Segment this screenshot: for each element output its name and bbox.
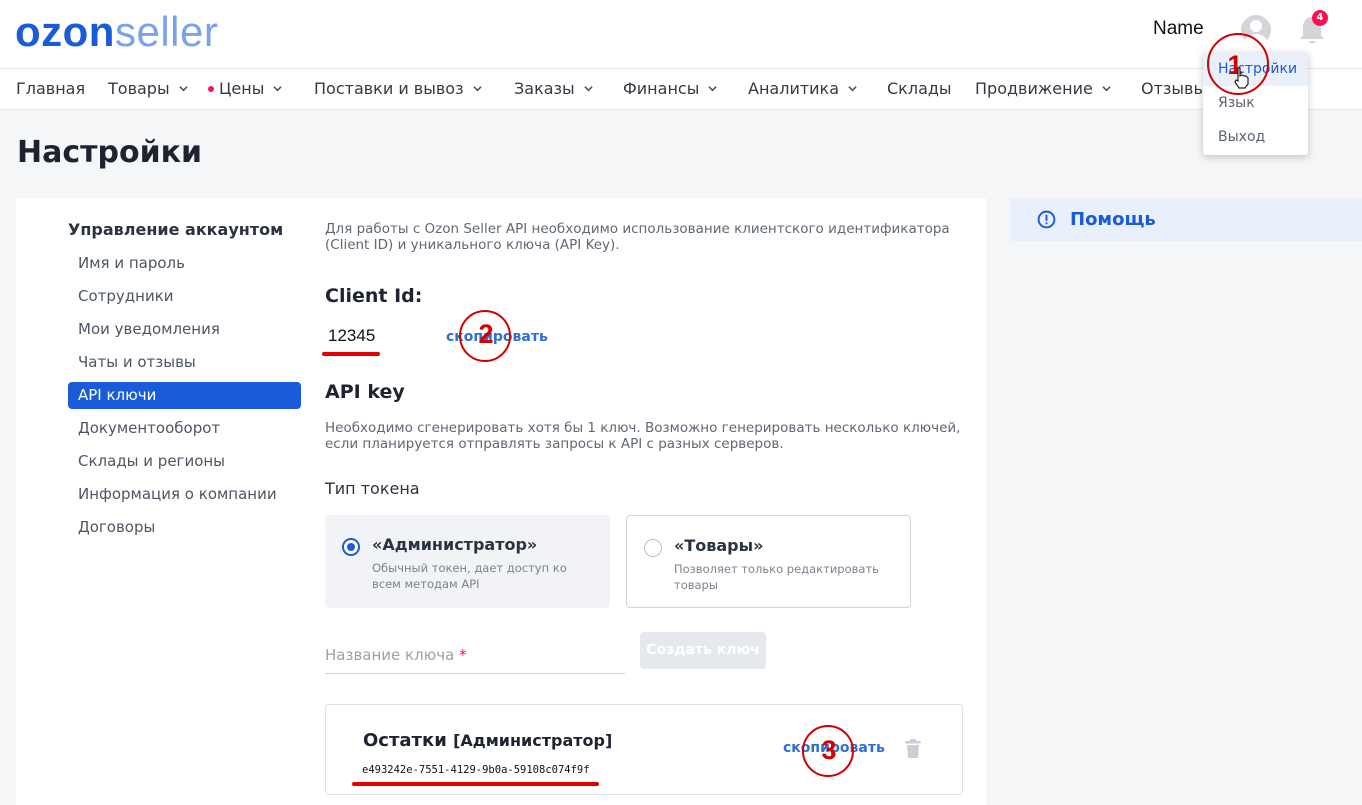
nav-item-products[interactable]: Товары [108, 79, 188, 98]
api-key-role: [Администратор] [453, 731, 613, 750]
logo-ozon-text: ozon [15, 8, 115, 55]
api-key-item: Остатки [Администратор] e493242e-7551-41… [325, 704, 963, 795]
chevron-down-icon [708, 86, 718, 92]
token-description: Обычный токен, дает доступ ко всем метод… [372, 561, 567, 591]
key-name-input[interactable]: Название ключа * [325, 633, 625, 674]
avatar[interactable] [1241, 15, 1271, 45]
api-key-description: Необходимо сгенерировать хотя бы 1 ключ.… [325, 420, 961, 452]
token-description: Позволяет только редактировать товары [674, 562, 879, 592]
nav-label: Главная [16, 79, 86, 98]
radio-selected[interactable] [342, 538, 360, 556]
chevron-down-icon [472, 86, 482, 92]
token-option-products[interactable]: «Товары» Позволяет только редактировать … [626, 515, 911, 608]
new-indicator-dot [208, 85, 214, 92]
chevron-down-icon [848, 86, 857, 92]
ozon-seller-logo[interactable]: ozonseller [15, 10, 218, 54]
create-key-button[interactable]: Создать ключ [640, 632, 766, 669]
nav-item-prices[interactable]: Цены [208, 79, 283, 98]
sidebar-item-warehouses-regions[interactable]: Склады и регионы [68, 448, 301, 475]
required-mark: * [459, 646, 467, 664]
chevron-down-icon [583, 86, 593, 92]
client-id-title: Client Id: [325, 285, 423, 307]
api-key-title: API key [325, 381, 405, 403]
nav-label: Склады [887, 79, 952, 98]
help-panel[interactable]: Помощь [1010, 198, 1362, 241]
copy-api-key-link[interactable]: скопировать [783, 740, 885, 756]
token-title: «Товары» [674, 536, 764, 555]
nav-item-promotion[interactable]: Продвижение [975, 79, 1111, 98]
user-menu-settings[interactable]: Настройки [1203, 52, 1308, 86]
copy-client-id-link[interactable]: скопировать [446, 329, 548, 345]
chevron-down-icon [273, 86, 283, 92]
radio-unselected[interactable] [644, 539, 662, 557]
nav-item-home[interactable]: Главная [16, 79, 85, 98]
trash-icon[interactable] [904, 739, 922, 759]
nav-label: Аналитика [748, 79, 840, 98]
nav-item-analytics[interactable]: Аналитика [748, 79, 857, 98]
sidebar-item-company-info[interactable]: Информация о компании [68, 481, 301, 508]
nav-label: Товары [108, 79, 170, 98]
user-name[interactable]: Name [1153, 18, 1204, 40]
token-type-label: Тип токена [325, 479, 420, 498]
nav-item-orders[interactable]: Заказы [514, 79, 593, 98]
main-nav: Главная Товары Цены Поставки и вывоз Зак… [0, 68, 1362, 110]
sidebar-item-documents[interactable]: Документооборот [68, 415, 301, 442]
top-bar: ozonseller Name 4 [0, 0, 1362, 68]
page-title: Настройки [17, 135, 203, 170]
nav-label: Цены [219, 79, 265, 98]
user-menu-language[interactable]: Язык [1203, 86, 1308, 120]
notification-badge: 4 [1312, 10, 1328, 26]
user-menu-dropdown: Настройки Язык Выход [1203, 52, 1308, 155]
sidebar-item-api-keys[interactable]: API ключи [68, 382, 301, 409]
api-key-value: e493242e-7551-4129-9b0a-59108c074f9f [362, 764, 590, 776]
help-label: Помощь [1070, 209, 1156, 230]
chevron-down-icon [1102, 86, 1111, 92]
nav-item-warehouses[interactable]: Склады [887, 79, 952, 98]
key-name-placeholder: Название ключа * [325, 646, 467, 664]
api-intro-text: Для работы с Ozon Seller API необходимо … [325, 221, 950, 253]
nav-label: Финансы [623, 79, 700, 98]
chevron-down-icon [178, 86, 188, 92]
nav-label: Отзывы [1141, 79, 1207, 98]
api-key-name: Остатки [Администратор] [363, 730, 612, 751]
sidebar-item-name-password[interactable]: Имя и пароль [68, 250, 301, 277]
nav-item-finance[interactable]: Финансы [623, 79, 718, 98]
nav-label: Поставки и вывоз [314, 79, 464, 98]
key-name-placeholder-text: Название ключа [325, 646, 455, 664]
token-title: «Администратор» [372, 535, 538, 554]
token-option-admin[interactable]: «Администратор» Обычный токен, дает дост… [325, 515, 610, 608]
sidebar-item-chats-reviews[interactable]: Чаты и отзывы [68, 349, 301, 376]
user-menu-logout[interactable]: Выход [1203, 120, 1308, 154]
sidebar-item-notifications[interactable]: Мои уведомления [68, 316, 301, 343]
client-id-value: 12345 [328, 326, 376, 345]
settings-card: Управление аккаунтом Имя и пароль Сотруд… [16, 198, 986, 805]
sidebar-item-contracts[interactable]: Договоры [68, 514, 301, 541]
sidebar-item-employees[interactable]: Сотрудники [68, 283, 301, 310]
nav-label: Продвижение [975, 79, 1093, 98]
logo-seller-text: seller [114, 8, 219, 55]
nav-item-supplies[interactable]: Поставки и вывоз [314, 79, 482, 98]
nav-item-reviews[interactable]: Отзывы [1141, 79, 1206, 98]
api-key-name-text: Остатки [363, 730, 447, 751]
info-icon [1037, 210, 1056, 229]
sidebar-title: Управление аккаунтом [68, 220, 284, 239]
nav-label: Заказы [514, 79, 575, 98]
